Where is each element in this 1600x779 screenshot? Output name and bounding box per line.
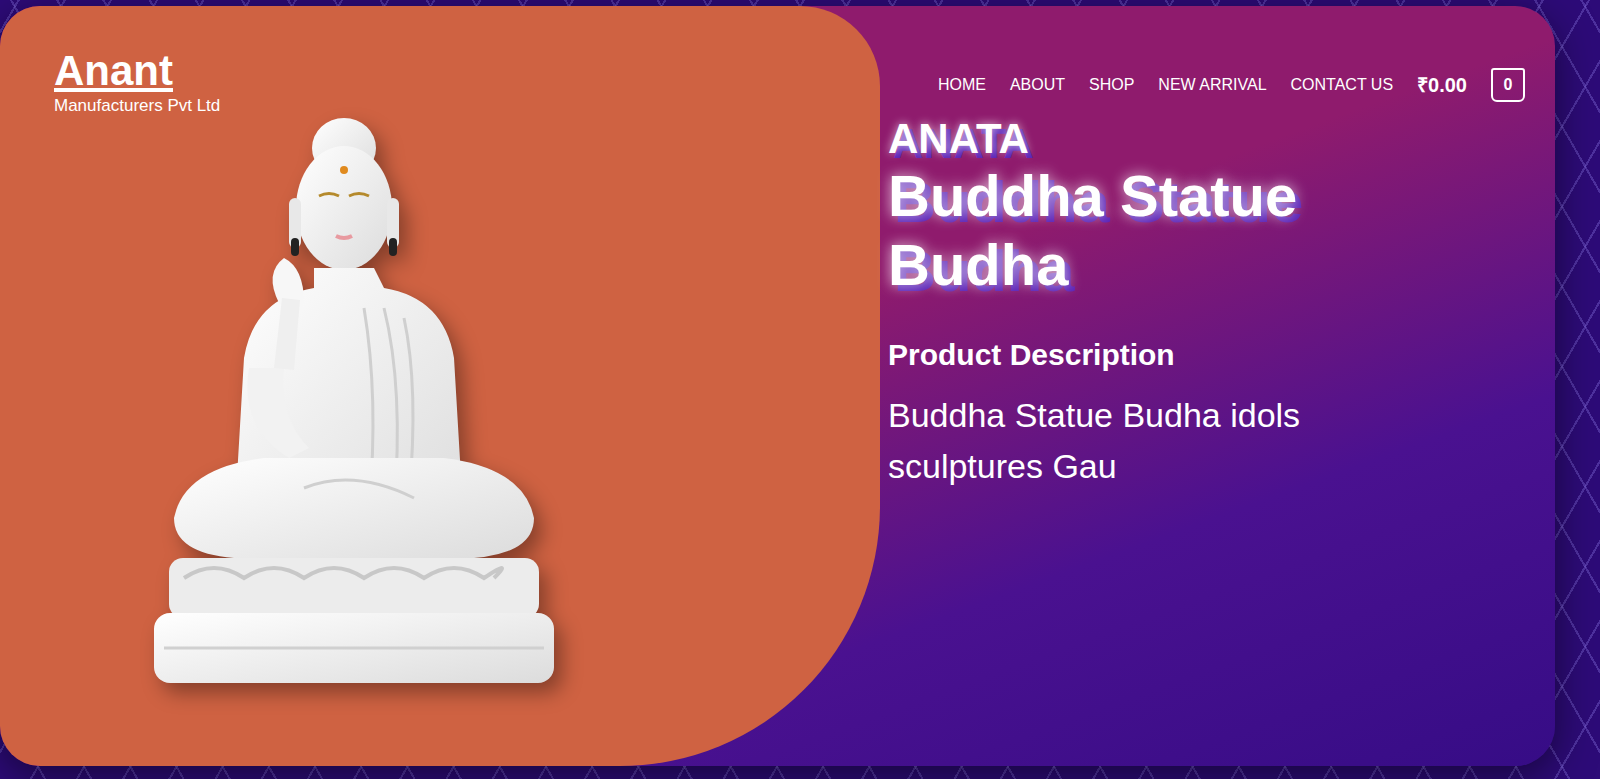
logo[interactable]: AnantManufacturers Pvt Ltd <box>54 48 880 118</box>
buddha-statue-icon <box>154 108 554 708</box>
nav-item[interactable]: NEW ARRIVAL <box>1158 73 1266 97</box>
cart-total[interactable]: ₹0.00 <box>1417 70 1467 100</box>
product-brand: ANATA <box>888 116 1555 162</box>
product-description: Buddha Statue Budha idols sculptures Gau <box>888 390 1408 492</box>
product-image-panel: AnantManufacturers Pvt Ltd <box>0 6 880 766</box>
product-title: Buddha Statue Budha <box>888 162 1408 299</box>
nav-item[interactable]: HOME <box>938 73 986 97</box>
nav-item[interactable]: CONTACT US <box>1291 73 1394 97</box>
logo-name[interactable]: Anant <box>54 48 880 94</box>
description-heading: Product Description <box>888 335 1555 374</box>
hero-card: AnantManufacturers Pvt Ltd HOME ABOUT SHOP N… <box>0 6 1555 766</box>
logo-tagline: Manufacturers Pvt Ltd <box>54 94 880 118</box>
main-nav: HOME ABOUT SHOP NEW ARRIVAL CONTACT US ₹0.00 0 <box>880 68 1555 102</box>
product-details: ANATABuddha Statue Budha Product Descript… <box>880 102 1555 492</box>
cart-count[interactable]: 0 <box>1491 68 1525 102</box>
page: AnantManufacturers Pvt Ltd HOME ABOUT SHOP N… <box>0 0 1600 779</box>
nav-item[interactable]: ABOUT <box>1010 73 1065 97</box>
nav-item[interactable]: SHOP <box>1089 73 1134 97</box>
product-info-panel: HOME ABOUT SHOP NEW ARRIVAL CONTACT US ₹0.00 0… <box>880 6 1555 766</box>
product-image <box>54 108 880 708</box>
